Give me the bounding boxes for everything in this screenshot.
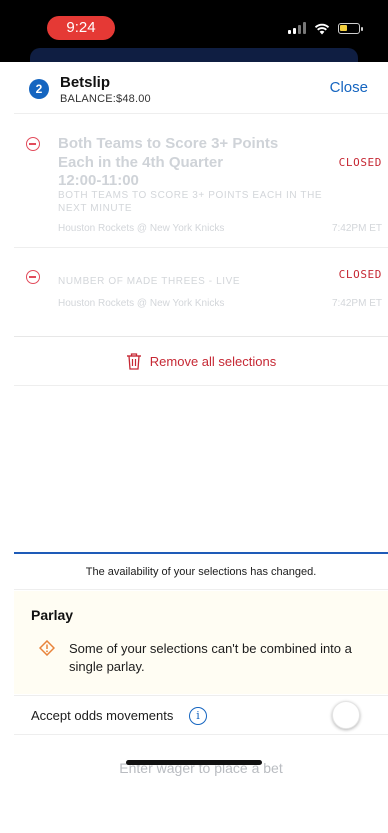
home-indicator[interactable] [126, 760, 262, 765]
accept-odds-row: Accept odds movements i [14, 695, 388, 735]
betslip-title: Betslip [60, 74, 111, 91]
balance-label: BALANCE:$48.00 [60, 93, 151, 105]
parlay-title: Parlay [31, 607, 74, 623]
selection-market: BOTH TEAMS TO SCORE 3+ POINTS EACH IN TH… [58, 190, 323, 214]
selection-game-time: 7:42PM ET [331, 298, 382, 309]
remove-all-button[interactable]: Remove all selections [14, 337, 388, 385]
wifi-icon [314, 23, 330, 34]
warning-icon [39, 640, 55, 656]
divider [14, 385, 388, 386]
status-badge: CLOSED [338, 156, 382, 169]
selection-market: NUMBER OF MADE THREES - LIVE [58, 276, 241, 287]
selection-count-badge: 2 [29, 79, 49, 99]
availability-notice: The availability of your selections has … [14, 554, 388, 590]
signal-icon [288, 22, 306, 34]
remove-all-label: Remove all selections [149, 353, 277, 369]
selection-teams: Houston Rockets @ New York Knicks [58, 223, 225, 234]
accept-odds-toggle[interactable] [332, 701, 360, 729]
selection-time-range: 12:00-11:00 [58, 172, 139, 189]
status-time: 9:24 [47, 16, 115, 40]
selection-title: Both Teams to Score 3+ Points Each in th… [58, 135, 279, 171]
trash-icon [126, 353, 141, 370]
close-button[interactable]: Close [330, 79, 368, 96]
status-icons [288, 20, 363, 36]
selection-item: Both Teams to Score 3+ Points Each in th… [14, 124, 388, 248]
wager-placeholder[interactable]: Enter wager to place a bet [14, 748, 388, 788]
selection-teams: Houston Rockets @ New York Knicks [58, 298, 225, 309]
remove-selection-icon[interactable] [26, 137, 40, 151]
remove-selection-icon[interactable] [26, 270, 40, 284]
parlay-section: Parlay Some of your selections can't be … [14, 591, 388, 694]
selection-item: CLOSED NUMBER OF MADE THREES - LIVE Hous… [14, 257, 388, 329]
selection-game-time: 7:42PM ET [331, 223, 382, 234]
battery-icon [338, 22, 363, 34]
betslip-sheet: 2 Betslip BALANCE:$48.00 Close Both Team… [14, 62, 388, 833]
info-icon[interactable]: i [189, 707, 207, 725]
betslip-header: 2 Betslip BALANCE:$48.00 Close [14, 62, 388, 114]
accept-odds-label: Accept odds movements [31, 708, 174, 723]
parlay-message: Some of your selections can't be combine… [69, 641, 352, 674]
